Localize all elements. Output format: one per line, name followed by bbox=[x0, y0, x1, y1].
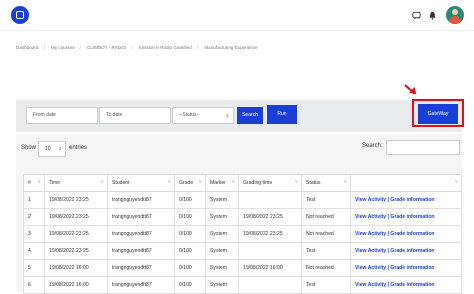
sort-icon: ⇅ bbox=[231, 179, 235, 184]
row-marker: System bbox=[205, 191, 239, 209]
row-status: Not reached bbox=[301, 225, 351, 243]
row-marker: System bbox=[205, 242, 239, 260]
row-grading-time bbox=[238, 276, 302, 294]
column-header[interactable]: # ⇅ bbox=[23, 174, 45, 192]
row-marker: System bbox=[205, 225, 239, 243]
filter-bar: From date To date --Status-- ⇕ Search Ru… bbox=[16, 100, 462, 132]
row-time: 19/08/2022 16:00 bbox=[44, 276, 108, 294]
row-status: Not reached bbox=[301, 259, 351, 277]
table-row: 2 19/08/2022 23:25 trangnguyendtt87 0/10… bbox=[23, 208, 462, 226]
row-grade: 0/100 bbox=[174, 225, 206, 243]
breadcrumb-item[interactable]: Session 6 Radio Gamified bbox=[139, 45, 192, 50]
entries-length-select[interactable]: 10 ⇕ bbox=[38, 141, 66, 157]
status-select[interactable]: --Status-- ⇕ bbox=[172, 107, 234, 124]
row-grade: 0/100 bbox=[174, 242, 206, 260]
select-arrows-icon: ⇕ bbox=[58, 146, 62, 151]
from-date-input[interactable]: From date bbox=[26, 107, 98, 124]
breadcrumb-item[interactable]: Dashboard bbox=[16, 45, 38, 50]
row-actions-links[interactable]: View Activity | Grade information bbox=[350, 242, 462, 260]
chat-icon[interactable] bbox=[410, 9, 422, 21]
row-actions-links[interactable]: View Activity | Grade information bbox=[350, 191, 462, 209]
row-actions-links[interactable]: View Activity | Grade information bbox=[350, 259, 462, 277]
row-number: 1 bbox=[23, 191, 45, 209]
show-label: Show bbox=[21, 145, 37, 151]
row-time: 19/08/2022 23:25 bbox=[44, 208, 108, 226]
column-header[interactable]: Time ⇅ bbox=[44, 174, 108, 192]
column-header[interactable]: Grading time ⇅ bbox=[238, 174, 302, 192]
run-button[interactable]: Run bbox=[267, 105, 297, 124]
column-header[interactable]: ⇅ bbox=[350, 174, 462, 192]
table-row: 3 19/08/2022 23:25 trangnguyendtt87 0/10… bbox=[23, 225, 462, 243]
table-row: 5 19/08/2022 16:00 trangnguyendtt87 0/10… bbox=[23, 259, 462, 277]
entries-length-value: 10 bbox=[45, 146, 51, 152]
column-header[interactable]: Grade ⇅ bbox=[174, 174, 206, 192]
row-status: Not reached bbox=[301, 208, 351, 226]
row-student: trangnguyendtt87 bbox=[107, 259, 175, 277]
row-grading-time: 19/08/2022 23:25 bbox=[238, 225, 302, 243]
top-navbar bbox=[0, 0, 474, 31]
sort-icon: ⇅ bbox=[37, 179, 41, 184]
table-header-row: # ⇅ Time ⇅ Student ⇅ Grade ⇅ Marker ⇅ Grading… bbox=[23, 174, 462, 192]
sort-icon: ⇅ bbox=[343, 179, 347, 184]
table-search-label: Search: bbox=[362, 143, 383, 149]
entries-label: entries bbox=[69, 145, 88, 151]
sort-icon: ⇅ bbox=[454, 179, 458, 184]
sort-icon: ⇅ bbox=[294, 179, 298, 184]
row-student: trangnguyendtt87 bbox=[107, 191, 175, 209]
row-actions-links[interactable]: View Activity | Grade information bbox=[350, 225, 462, 243]
column-header[interactable]: Marker ⇅ bbox=[205, 174, 239, 192]
breadcrumb-item[interactable]: My courses bbox=[51, 45, 75, 50]
row-grade: 0/100 bbox=[174, 259, 206, 277]
row-grade: 0/100 bbox=[174, 191, 206, 209]
sort-icon: ⇅ bbox=[167, 179, 171, 184]
row-student: trangnguyendtt87 bbox=[107, 208, 175, 226]
row-time: 19/08/2022 23:25 bbox=[44, 191, 108, 209]
user-avatar[interactable] bbox=[446, 6, 464, 24]
row-number: 4 bbox=[23, 242, 45, 260]
row-status: Test bbox=[301, 276, 351, 294]
row-grading-time: 19/08/2022 23:25 bbox=[238, 208, 302, 226]
attempts-table: # ⇅ Time ⇅ Student ⇅ Grade ⇅ Marker ⇅ Grading… bbox=[23, 174, 462, 294]
row-grade: 0/100 bbox=[174, 276, 206, 294]
row-grade: 0/100 bbox=[174, 208, 206, 226]
row-actions-links[interactable]: View Activity | Grade information bbox=[350, 208, 462, 226]
sort-icon: ⇅ bbox=[100, 179, 104, 184]
row-number: 5 bbox=[23, 259, 45, 277]
table-row: 6 19/08/2022 16:00 trangnguyendtt87 0/10… bbox=[23, 276, 462, 294]
row-marker: System bbox=[205, 208, 239, 226]
row-status: Test bbox=[301, 242, 351, 260]
breadcrumb: Dashboard / My courses / CLIMBOT - RADIO / … bbox=[16, 45, 258, 50]
select-arrows-icon: ⇕ bbox=[225, 113, 229, 118]
row-actions-links[interactable]: View Activity | Grade information bbox=[350, 276, 462, 294]
bell-icon[interactable] bbox=[426, 9, 438, 21]
app-logo-icon[interactable] bbox=[11, 6, 29, 24]
row-time: 19/08/2022 23:25 bbox=[44, 242, 108, 260]
to-date-input[interactable]: To date bbox=[99, 107, 171, 124]
gateway-highlight-box bbox=[412, 99, 464, 127]
row-grading-time: 19/08/2022 16:00 bbox=[238, 259, 302, 277]
row-grading-time bbox=[238, 191, 302, 209]
column-header[interactable]: Student ⇅ bbox=[107, 174, 175, 192]
breadcrumb-item[interactable]: CLIMBOT - RADIO bbox=[87, 45, 126, 50]
row-student: trangnguyendtt87 bbox=[107, 242, 175, 260]
row-marker: System bbox=[205, 259, 239, 277]
status-select-value: --Status-- bbox=[179, 112, 200, 118]
table-row: 1 19/08/2022 23:25 trangnguyendtt87 0/10… bbox=[23, 191, 462, 209]
breadcrumb-item: Manufacturing Experience bbox=[204, 45, 258, 50]
table-search-input[interactable] bbox=[386, 140, 460, 155]
row-student: trangnguyendtt87 bbox=[107, 225, 175, 243]
row-number: 2 bbox=[23, 208, 45, 226]
row-marker: System bbox=[205, 276, 239, 294]
row-status: Test bbox=[301, 191, 351, 209]
row-time: 19/08/2022 23:25 bbox=[44, 225, 108, 243]
row-number: 3 bbox=[23, 225, 45, 243]
row-number: 6 bbox=[23, 276, 45, 294]
table-row: 4 19/08/2022 23:25 trangnguyendtt87 0/10… bbox=[23, 242, 462, 260]
row-time: 19/08/2022 16:00 bbox=[44, 259, 108, 277]
column-header[interactable]: Status ⇅ bbox=[301, 174, 351, 192]
row-student: trangnguyendtt87 bbox=[107, 276, 175, 294]
row-grading-time bbox=[238, 242, 302, 260]
sort-icon: ⇅ bbox=[198, 179, 202, 184]
search-button[interactable]: Search bbox=[237, 107, 263, 124]
